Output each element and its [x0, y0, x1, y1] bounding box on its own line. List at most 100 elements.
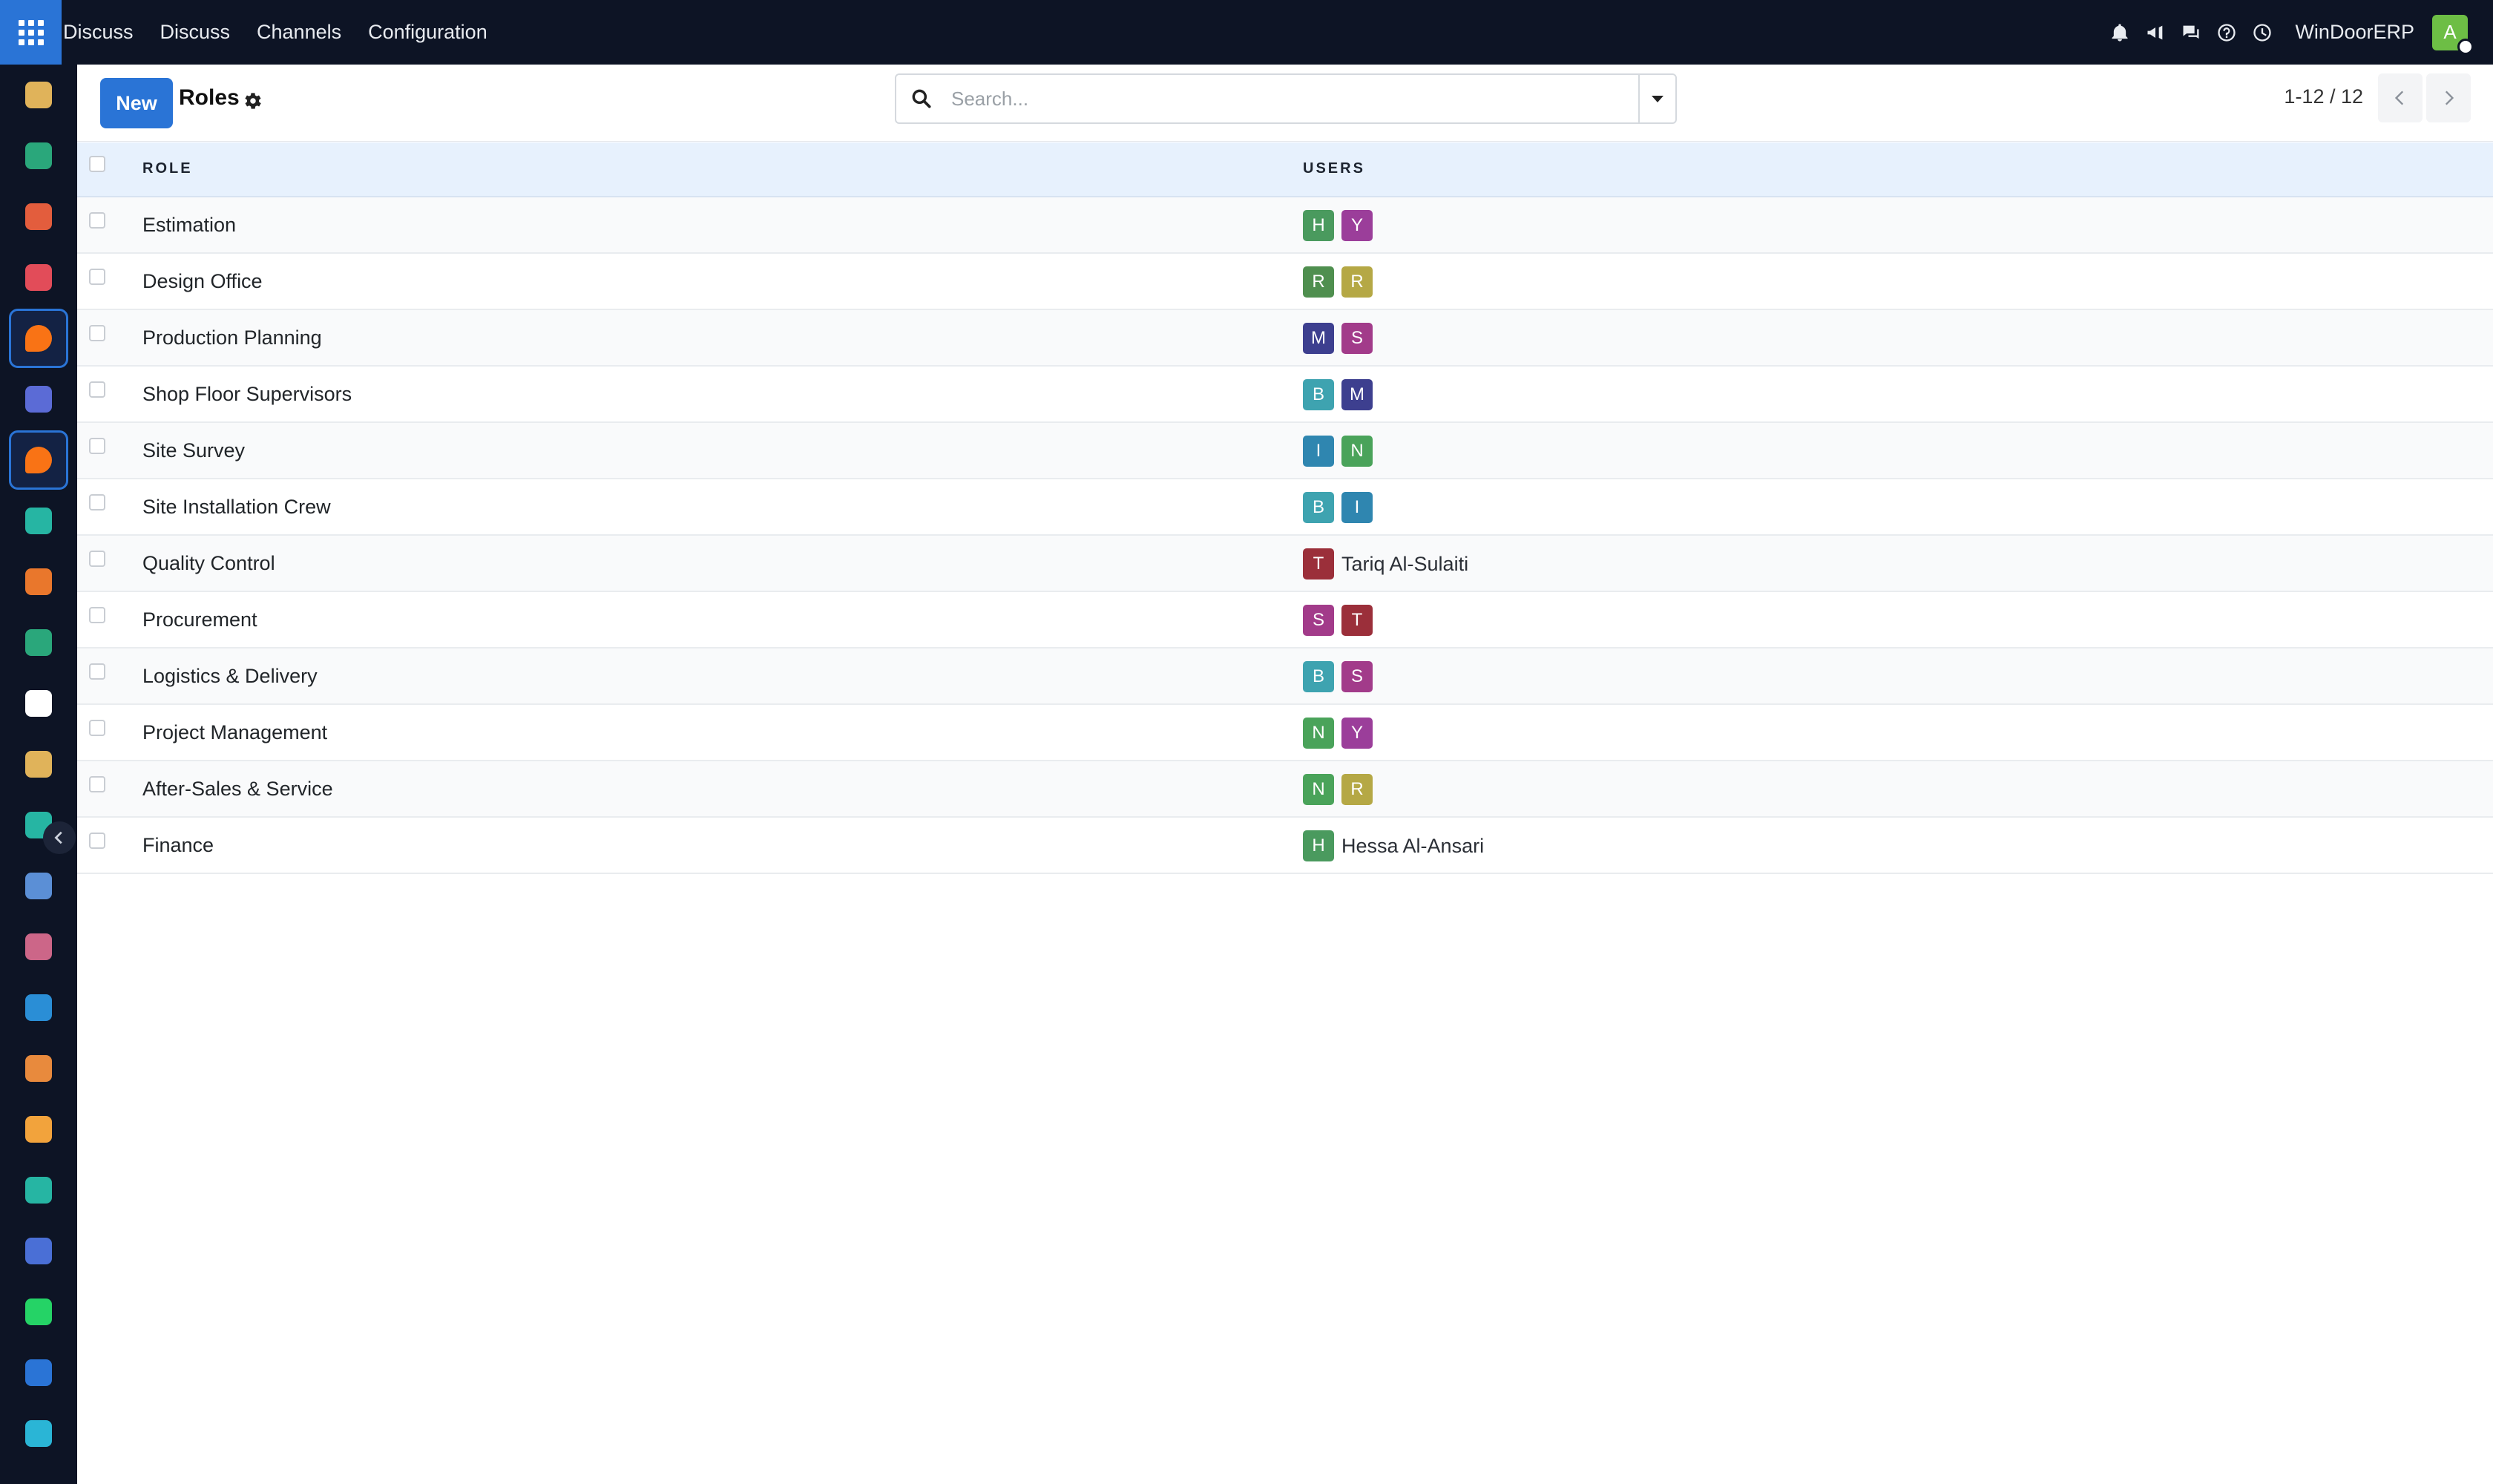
- sidebar-app-app-4[interactable]: [9, 248, 68, 307]
- row-checkbox[interactable]: [89, 607, 105, 623]
- sidebar-app-app-10[interactable]: [9, 613, 68, 672]
- row-checkbox[interactable]: [89, 381, 105, 398]
- row-checkbox[interactable]: [89, 720, 105, 736]
- user-avatar[interactable]: N: [1303, 774, 1334, 805]
- main-menu: Discuss Discuss Channels Configuration: [62, 21, 514, 44]
- user-avatar[interactable]: R: [1303, 266, 1334, 298]
- user-avatar[interactable]: Y: [1341, 210, 1373, 241]
- row-checkbox[interactable]: [89, 269, 105, 285]
- sidebar-app-app-14[interactable]: [9, 856, 68, 916]
- user-avatar[interactable]: Y: [1341, 718, 1373, 749]
- sidebar-app-app-19[interactable]: [9, 1160, 68, 1220]
- sidebar-app-app-22[interactable]: [9, 1343, 68, 1402]
- pager-next-button[interactable]: [2426, 73, 2471, 122]
- table-row[interactable]: Estimation H Y: [77, 197, 2493, 254]
- pager-previous-button[interactable]: [2378, 73, 2423, 122]
- sidebar-app-app-9[interactable]: [9, 552, 68, 611]
- menu-item-channels[interactable]: Channels: [257, 21, 341, 44]
- sidebar-app-app-15[interactable]: [9, 917, 68, 976]
- app-4-icon: [25, 264, 52, 291]
- menu-item-configuration[interactable]: Configuration: [368, 21, 487, 44]
- user-avatar[interactable]: T: [1341, 605, 1373, 636]
- role-name: Logistics & Delivery: [142, 665, 318, 687]
- apps-menu-button[interactable]: [0, 0, 62, 65]
- gear-icon[interactable]: [242, 90, 264, 112]
- sidebar-app-discuss[interactable]: [9, 309, 68, 368]
- sidebar-app-app-2[interactable]: [9, 126, 68, 186]
- table-row[interactable]: Production Planning M S: [77, 310, 2493, 367]
- user-avatar[interactable]: M: [1341, 379, 1373, 410]
- table-row[interactable]: Shop Floor Supervisors B M: [77, 367, 2493, 423]
- sidebar-app-app-16[interactable]: [9, 978, 68, 1037]
- column-header-users[interactable]: USERS: [1303, 160, 1365, 177]
- user-avatar[interactable]: T: [1303, 548, 1334, 580]
- row-checkbox[interactable]: [89, 776, 105, 792]
- table-row[interactable]: Quality Control T Tariq Al-Sulaiti: [77, 536, 2493, 592]
- row-checkbox[interactable]: [89, 551, 105, 567]
- user-avatar[interactable]: I: [1341, 492, 1373, 523]
- table-row[interactable]: After-Sales & Service N R: [77, 761, 2493, 818]
- table-row[interactable]: Finance H Hessa Al-Ansari: [77, 818, 2493, 874]
- sidebar-app-app-12[interactable]: [9, 735, 68, 794]
- sidebar-app-app-1[interactable]: [9, 65, 68, 125]
- user-avatar[interactable]: A: [2432, 14, 2474, 55]
- megaphone-icon[interactable]: [2138, 15, 2173, 50]
- user-avatar[interactable]: M: [1303, 323, 1334, 354]
- sidebar-app-app-17[interactable]: [9, 1039, 68, 1098]
- table-row[interactable]: Project Management N Y: [77, 705, 2493, 761]
- search-input[interactable]: [951, 82, 1619, 115]
- table-row[interactable]: Design Office R R: [77, 254, 2493, 310]
- sidebar-app-mail[interactable]: [9, 370, 68, 429]
- chat-icon[interactable]: [2173, 15, 2209, 50]
- row-checkbox[interactable]: [89, 494, 105, 510]
- sidebar-app-app-3[interactable]: [9, 187, 68, 246]
- app-20-icon: [25, 1238, 52, 1264]
- sidebar-app-discuss-2[interactable]: [9, 430, 68, 490]
- table-row[interactable]: Site Installation Crew B I: [77, 479, 2493, 536]
- pager-value[interactable]: 1-12 / 12: [2284, 85, 2363, 108]
- user-avatar[interactable]: B: [1303, 379, 1334, 410]
- sidebar-app-app-8[interactable]: [9, 491, 68, 551]
- search-options-toggle[interactable]: [1638, 75, 1675, 122]
- table-row[interactable]: Site Survey I N: [77, 423, 2493, 479]
- row-checkbox[interactable]: [89, 833, 105, 849]
- row-checkbox[interactable]: [89, 212, 105, 229]
- user-avatar[interactable]: S: [1303, 605, 1334, 636]
- sidebar-app-app-11[interactable]: [9, 674, 68, 733]
- top-navbar: Discuss Discuss Channels Configuration W…: [0, 0, 2493, 65]
- user-avatar[interactable]: H: [1303, 210, 1334, 241]
- column-header-role[interactable]: ROLE: [142, 160, 193, 177]
- user-avatar[interactable]: R: [1341, 266, 1373, 298]
- row-checkbox[interactable]: [89, 325, 105, 341]
- menu-item-discuss[interactable]: Discuss: [160, 21, 231, 44]
- select-all-checkbox[interactable]: [89, 156, 105, 172]
- user-avatar[interactable]: B: [1303, 661, 1334, 692]
- user-avatar[interactable]: R: [1341, 774, 1373, 805]
- sidebar-app-whatsapp[interactable]: [9, 1282, 68, 1342]
- user-avatar[interactable]: N: [1341, 436, 1373, 467]
- user-avatar[interactable]: S: [1341, 661, 1373, 692]
- users-cell: NR: [1303, 774, 1380, 805]
- user-avatar[interactable]: B: [1303, 492, 1334, 523]
- table-row[interactable]: Logistics & Delivery B S: [77, 649, 2493, 705]
- user-avatar[interactable]: I: [1303, 436, 1334, 467]
- row-checkbox[interactable]: [89, 663, 105, 680]
- bell-icon[interactable]: [2102, 15, 2138, 50]
- row-checkbox[interactable]: [89, 438, 105, 454]
- new-button[interactable]: New: [100, 78, 173, 128]
- help-icon[interactable]: [2209, 15, 2244, 50]
- collapse-sidebar-button[interactable]: [43, 821, 76, 854]
- sidebar-app-calendar[interactable]: [9, 1100, 68, 1159]
- company-switcher[interactable]: WinDoorERP: [2295, 21, 2414, 44]
- user-avatar[interactable]: S: [1341, 323, 1373, 354]
- user-avatar[interactable]: H: [1303, 830, 1334, 861]
- sidebar-app-app-23[interactable]: [9, 1404, 68, 1463]
- user-avatar[interactable]: N: [1303, 718, 1334, 749]
- app-19-icon: [25, 1177, 52, 1204]
- sidebar-app-app-20[interactable]: [9, 1221, 68, 1281]
- clock-icon[interactable]: [2244, 15, 2280, 50]
- grid-icon: [18, 19, 44, 45]
- table-row[interactable]: Procurement S T: [77, 592, 2493, 649]
- menu-brand[interactable]: Discuss: [63, 21, 134, 44]
- role-name: Design Office: [142, 270, 263, 292]
